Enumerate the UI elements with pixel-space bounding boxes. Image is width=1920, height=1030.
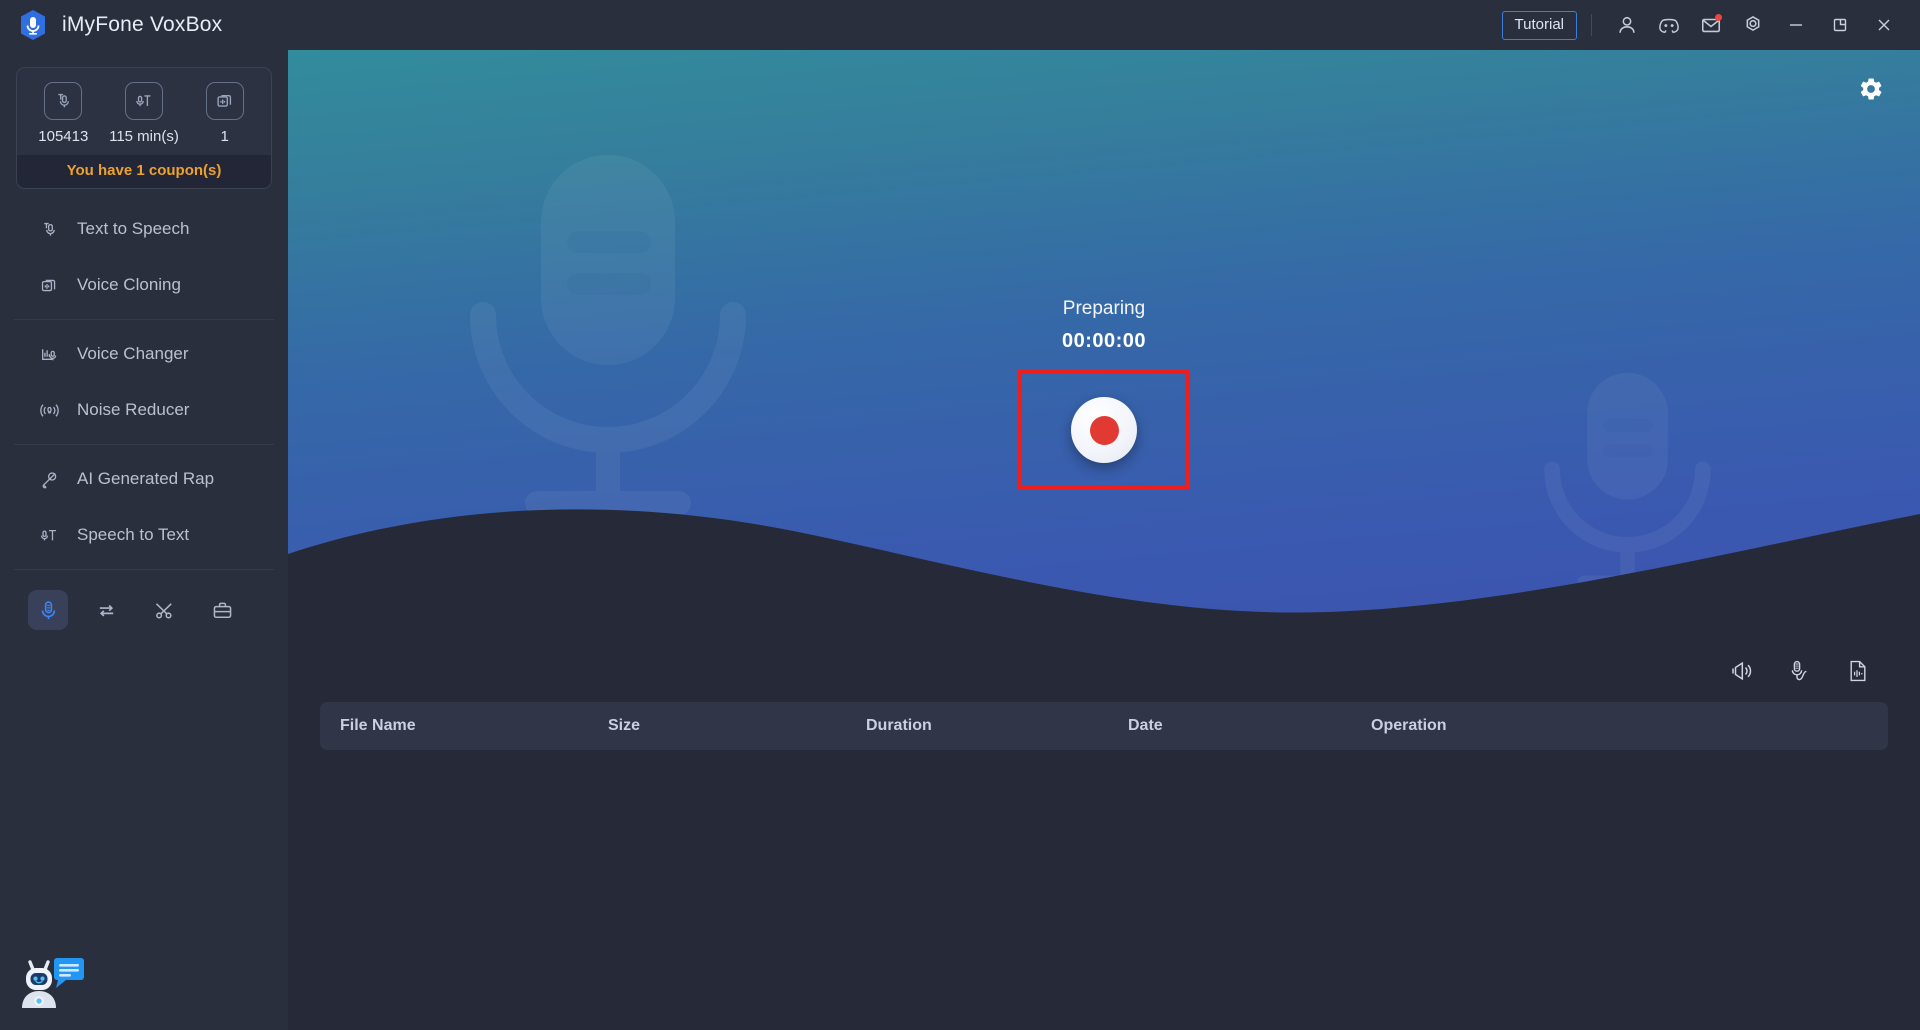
sidebar-item-label: Voice Changer xyxy=(77,344,189,363)
discord-icon[interactable] xyxy=(1648,6,1690,44)
record-dot-icon xyxy=(1089,415,1119,445)
app-window: iMyFone VoxBox Tutorial 105413 115 min(s… xyxy=(0,0,1920,1030)
audio-file-icon[interactable] xyxy=(1844,657,1872,685)
sidebar-item-voice-changer[interactable]: Voice Changer xyxy=(0,326,288,382)
text-to-speech-icon xyxy=(38,218,60,240)
credits-row: 105413 115 min(s) 1 xyxy=(17,68,271,155)
chatbot-assistant-icon[interactable] xyxy=(14,948,86,1020)
sidebar-item-voice-cloning[interactable]: Voice Cloning xyxy=(0,257,288,313)
file-panel-actions xyxy=(320,640,1888,702)
sidebar-item-text-to-speech[interactable]: Text to Speech xyxy=(0,201,288,257)
converter-tool-button[interactable] xyxy=(86,590,126,630)
title-bar: iMyFone VoxBox Tutorial xyxy=(0,0,1920,50)
mail-icon[interactable] xyxy=(1690,6,1732,44)
title-bar-actions: Tutorial xyxy=(1501,5,1906,45)
credits-card: 105413 115 min(s) 1 You have 1 coupon(s) xyxy=(16,67,272,189)
title-bar-divider xyxy=(1591,14,1592,36)
nav-divider xyxy=(14,319,274,320)
maximize-button[interactable] xyxy=(1818,5,1862,45)
nav-divider xyxy=(14,569,274,570)
tutorial-button[interactable]: Tutorial xyxy=(1501,10,1577,40)
nav-group-1: Text to Speech Voice Cloning xyxy=(0,201,288,313)
tool-row xyxy=(0,576,288,630)
app-brand: iMyFone VoxBox xyxy=(18,9,222,41)
mail-badge-dot xyxy=(1715,14,1722,21)
voice-cloning-icon xyxy=(38,274,60,296)
nav-group-2: Voice Changer Noise Reducer xyxy=(0,326,288,438)
column-header-operation: Operation xyxy=(1371,717,1447,734)
minimize-button[interactable] xyxy=(1774,5,1818,45)
sidebar-item-label: Speech to Text xyxy=(77,525,190,544)
sidebar-item-label: Voice Cloning xyxy=(77,275,181,294)
account-icon[interactable] xyxy=(1606,6,1648,44)
sidebar: 105413 115 min(s) 1 You have 1 coupon(s)… xyxy=(0,50,288,1030)
sidebar-item-label: Noise Reducer xyxy=(77,400,190,419)
credit-text-to-speech[interactable]: 105413 xyxy=(23,82,103,145)
hero-wave-divider xyxy=(288,509,1920,640)
settings-icon[interactable] xyxy=(1732,6,1774,44)
voice-cloning-credit-icon xyxy=(205,82,244,120)
file-table-header: File Name Size Duration Date Operation xyxy=(320,702,1888,750)
sidebar-item-speech-to-text[interactable]: Speech to Text xyxy=(0,507,288,563)
toolbox-tool-button[interactable] xyxy=(202,590,242,630)
voice-changer-icon xyxy=(38,343,60,365)
recorder-hero: Preparing 00:00:00 xyxy=(288,50,1920,640)
column-header-file-name[interactable]: File Name xyxy=(340,717,608,735)
credit-voice-cloning[interactable]: 1 xyxy=(185,82,265,145)
sidebar-item-ai-generated-rap[interactable]: AI Generated Rap xyxy=(0,451,288,507)
coupon-banner[interactable]: You have 1 coupon(s) xyxy=(17,155,271,188)
nav-group-3: AI Generated Rap Speech to Text xyxy=(0,451,288,563)
sidebar-nav: Text to Speech Voice Cloning Voice Chang… xyxy=(0,201,288,630)
column-header-duration[interactable]: Duration xyxy=(866,717,1128,735)
file-table-body xyxy=(320,750,1888,870)
sidebar-item-label: Text to Speech xyxy=(77,219,190,238)
app-title: iMyFone VoxBox xyxy=(62,13,223,36)
close-button[interactable] xyxy=(1862,5,1906,45)
ai-rap-icon xyxy=(38,468,60,490)
system-sound-icon[interactable] xyxy=(1728,657,1756,685)
column-header-size[interactable]: Size xyxy=(608,717,866,735)
noise-reducer-icon xyxy=(38,399,60,421)
voxbox-mic-logo-icon xyxy=(18,9,48,41)
main-content: Preparing 00:00:00 File Name Size Durati… xyxy=(288,50,1920,1030)
hero-settings-gear-icon[interactable] xyxy=(1854,72,1888,106)
credit-value: 115 min(s) xyxy=(109,128,179,145)
file-list-panel: File Name Size Duration Date Operation xyxy=(288,640,1920,1030)
nav-divider xyxy=(14,444,274,445)
recording-timer: 00:00:00 xyxy=(1061,330,1147,352)
text-to-speech-credit-icon xyxy=(44,82,83,120)
recording-status-text: Preparing xyxy=(1062,298,1146,319)
recorder-tool-button[interactable] xyxy=(28,590,68,630)
cutter-tool-button[interactable] xyxy=(144,590,184,630)
sidebar-item-label: AI Generated Rap xyxy=(77,469,215,488)
microphone-input-icon[interactable] xyxy=(1786,657,1814,685)
app-body: 105413 115 min(s) 1 You have 1 coupon(s)… xyxy=(0,50,1920,1030)
speech-to-text-credit-icon xyxy=(124,82,163,120)
sidebar-item-noise-reducer[interactable]: Noise Reducer xyxy=(0,382,288,438)
credit-speech-to-text[interactable]: 115 min(s) xyxy=(104,82,184,145)
credit-value: 105413 xyxy=(38,128,89,145)
column-header-date[interactable]: Date xyxy=(1128,717,1371,735)
credit-value: 1 xyxy=(220,128,229,145)
speech-to-text-icon xyxy=(38,524,60,546)
